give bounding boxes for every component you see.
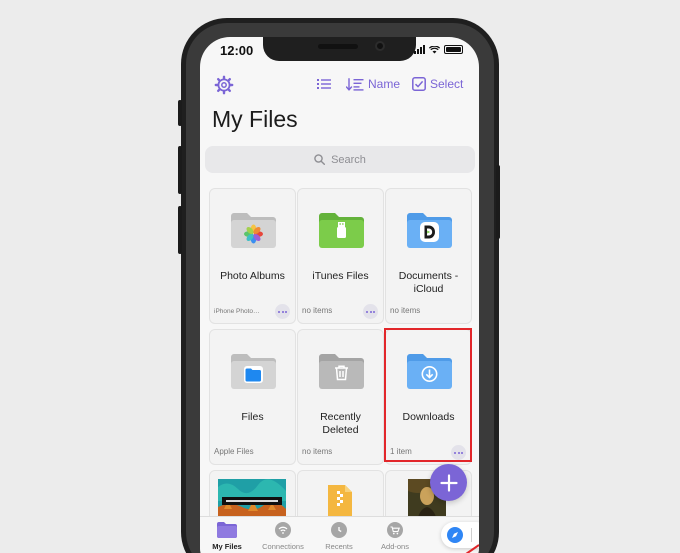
more-options-button[interactable] [363,304,378,319]
status-time: 12:00 [220,43,254,58]
more-options-button[interactable] [275,304,290,319]
files-app-folder-icon [231,354,276,389]
photos-folder-icon [231,213,276,248]
battery-icon [444,45,463,54]
tile-name: Files [241,411,264,423]
phone-volume-down-button [178,206,182,254]
phone-volume-up-button [178,146,182,194]
downloads-highlight-box [384,328,472,462]
select-button[interactable]: Select [412,77,463,91]
wifi-icon [275,522,291,538]
tab-add-ons[interactable]: Add-ons [367,521,423,551]
compass-icon [447,527,463,543]
sort-icon [346,77,364,91]
tile-name: Recently Deleted [320,411,361,436]
tile-subtitle: iPhone Photo… [214,308,260,315]
status-icons [414,45,463,54]
tile-recently-deleted[interactable]: Recently Deleted no items [297,329,384,465]
pill-divider [471,528,472,542]
pointer-arrow [465,544,479,553]
itunes-usb-folder-icon [319,213,364,248]
tile-subtitle: Apple Files [214,447,254,456]
page-title: My Files [212,106,298,132]
app-screen: 12:00 Name Select My Files Search Photo … [200,37,479,553]
plus-icon [439,473,458,492]
tab-recents[interactable]: Recents [311,521,367,551]
wifi-status-icon [429,45,440,54]
folder-icon [217,522,237,538]
checkbox-icon [412,77,426,91]
documents-icloud-folder-icon [407,213,452,248]
add-button[interactable] [430,464,467,501]
signal-icon [414,45,425,54]
cart-icon [387,522,403,538]
tile-subtitle: no items [390,306,421,315]
tile-subtitle: no items [302,447,333,456]
tile-name: Photo Albums [220,270,285,282]
phone-power-button [496,165,500,239]
toolbar: Name Select [200,75,479,95]
tab-label: My Files [212,542,242,551]
tab-label: Add-ons [381,542,409,551]
tab-my-files[interactable]: My Files [200,521,255,551]
phone-notch [263,37,416,61]
search-icon [314,154,326,165]
tile-itunes-files[interactable]: iTunes Files no items [297,188,384,324]
tile-name: Documents - iCloud [398,270,459,295]
trash-folder-icon [319,354,364,389]
list-view-icon[interactable] [317,78,331,90]
tab-label: Connections [262,542,304,551]
tile-documents-icloud[interactable]: Documents - iCloud no items [385,188,472,324]
image-thumbnail [218,479,286,519]
tile-subtitle: no items [302,306,333,315]
tile-photo-albums[interactable]: Photo Albums iPhone Photo… [209,188,296,324]
tile-name: iTunes Files [312,270,369,282]
phone-side-button [178,100,182,126]
select-label: Select [430,77,464,91]
gear-icon[interactable] [214,75,234,95]
tab-connections[interactable]: Connections [255,521,311,551]
clock-icon [331,522,347,538]
tab-label: Recents [325,542,353,551]
tile-files[interactable]: Files Apple Files [209,329,296,465]
search-input[interactable]: Search [205,146,475,173]
search-placeholder: Search [331,153,366,166]
sort-label: Name [368,77,401,91]
sort-by-name-button[interactable]: Name [346,77,400,91]
